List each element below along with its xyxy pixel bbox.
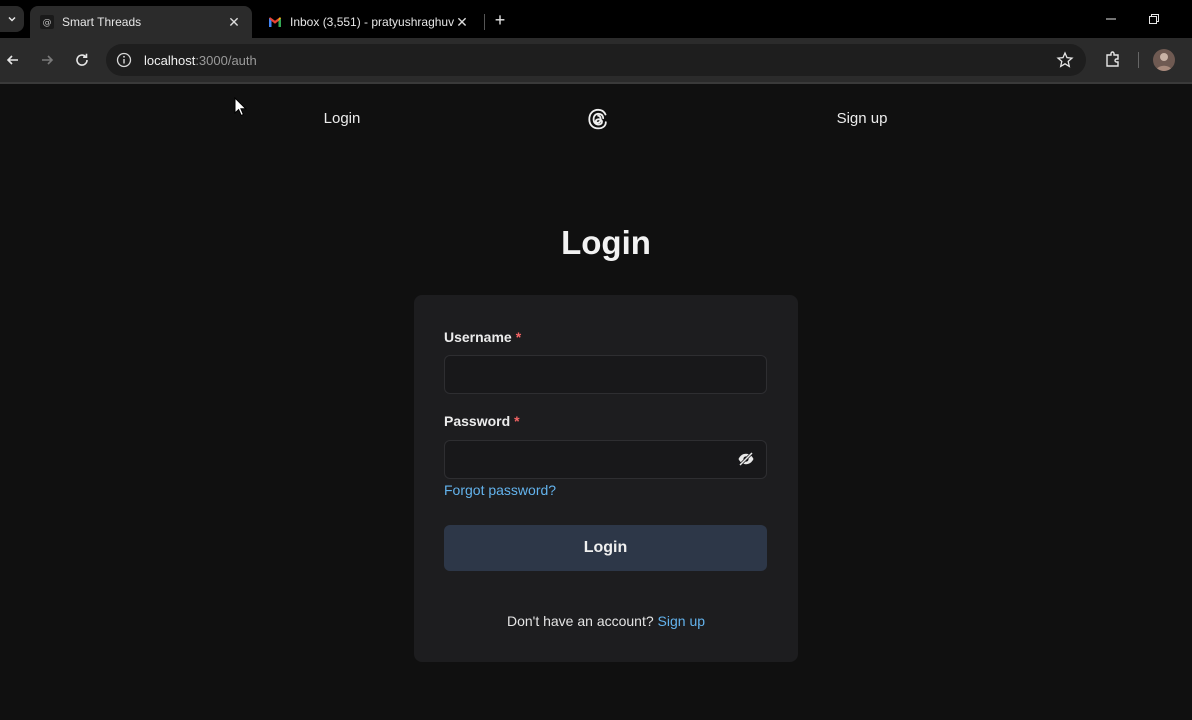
arrow-right-icon xyxy=(42,55,54,65)
restore-icon xyxy=(1149,14,1159,24)
forgot-password-link[interactable]: Forgot password? xyxy=(444,482,556,498)
reload-button[interactable] xyxy=(70,48,94,72)
username-label: Username * xyxy=(444,329,521,345)
gmail-icon xyxy=(268,15,282,29)
browser-tabstrip: @ Smart Threads ✕ Inbox (3,551) - pratyu… xyxy=(0,0,1192,38)
reload-icon xyxy=(76,53,88,66)
eye-slash-icon xyxy=(738,451,754,467)
signup-prompt-text: Don't have an account? xyxy=(506,613,654,629)
browser-tab-active[interactable]: @ Smart Threads ✕ xyxy=(30,6,252,38)
browser-toolbar: localhost:3000/auth xyxy=(0,38,1192,82)
nav-signup-link[interactable]: Sign up xyxy=(828,110,896,127)
forward-button[interactable] xyxy=(35,48,59,72)
required-asterisk: * xyxy=(515,329,522,345)
required-asterisk: * xyxy=(514,413,520,429)
tab-title: Smart Threads xyxy=(62,15,142,29)
threads-favicon-icon: @ xyxy=(40,15,54,29)
tab-divider xyxy=(484,14,485,30)
browser-tab-inactive[interactable]: Inbox (3,551) - pratyushraghuv ✕ xyxy=(258,6,480,38)
new-tab-button[interactable]: + xyxy=(490,10,510,30)
login-card: Username * Password * Forgot password? Log… xyxy=(414,295,798,662)
toggle-password-visibility-button[interactable] xyxy=(736,449,756,469)
close-icon[interactable]: ✕ xyxy=(226,14,242,30)
login-button[interactable]: Login xyxy=(444,525,767,571)
chevron-down-icon xyxy=(8,16,16,22)
url-host: localhost xyxy=(144,52,196,68)
svg-text:@: @ xyxy=(43,18,52,28)
username-input[interactable] xyxy=(444,355,767,394)
address-bar[interactable]: localhost:3000/auth xyxy=(106,44,1086,76)
close-icon[interactable]: ✕ xyxy=(454,14,470,30)
profile-avatar[interactable] xyxy=(1153,49,1175,71)
avatar-icon xyxy=(1156,53,1172,71)
page-content: Login Sign up Login Username * Password * … xyxy=(0,84,1192,720)
signup-link[interactable]: Sign up xyxy=(658,613,705,629)
tab-title: Inbox (3,551) - pratyushraghuv xyxy=(290,15,454,29)
threads-logo-icon[interactable] xyxy=(586,107,610,131)
minimize-icon xyxy=(1106,18,1116,20)
password-label: Password * xyxy=(444,413,520,429)
mouse-cursor-icon xyxy=(234,97,248,117)
signup-prompt: Don't have an account? Sign up xyxy=(414,613,798,629)
restore-button[interactable] xyxy=(1139,8,1169,30)
nav-login-link[interactable]: Login xyxy=(312,110,372,127)
password-label-text: Password xyxy=(444,413,511,429)
bookmark-star-icon[interactable] xyxy=(1056,51,1074,69)
username-label-text: Username xyxy=(444,329,512,345)
tab-search-button[interactable] xyxy=(0,6,24,32)
minimize-button[interactable] xyxy=(1096,8,1126,30)
password-input[interactable] xyxy=(444,440,767,479)
back-button[interactable] xyxy=(1,48,25,72)
arrow-left-icon xyxy=(6,55,18,65)
info-icon[interactable] xyxy=(116,52,132,68)
toolbar-divider xyxy=(1138,52,1139,68)
extensions-puzzle-icon[interactable] xyxy=(1103,49,1123,69)
page-title: Login xyxy=(561,224,651,261)
url-path: :3000/auth xyxy=(195,52,257,68)
